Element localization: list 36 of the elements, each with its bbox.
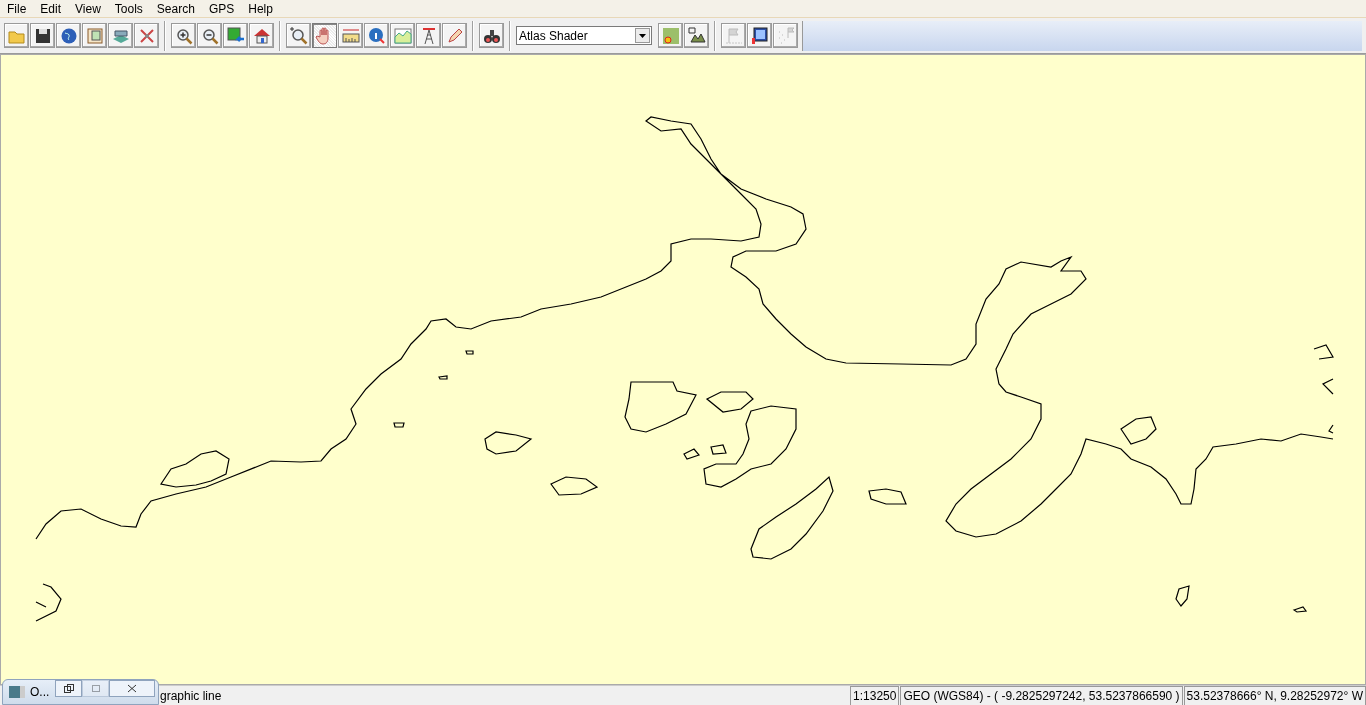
window-title: O... [30,684,50,701]
info-icon [366,25,387,46]
menu-item[interactable]: View [68,0,108,18]
toolbar-button[interactable] [56,23,81,48]
restore-button[interactable] [55,680,83,697]
toolbar-button[interactable] [747,23,772,48]
menu-item[interactable]: File [0,0,34,18]
maximize-icon [90,684,101,693]
menu-item[interactable]: GPS [201,0,242,18]
scale-readout: 1:13250 [850,685,900,705]
3d-terrain-icon [686,25,707,46]
toolbar-button[interactable] [30,23,55,48]
restore-icon [63,684,74,693]
monitor-icon [749,25,770,46]
menu-item[interactable]: Tools [107,0,150,18]
toolbar-button[interactable] [197,23,222,48]
elevation-profile-icon [392,25,413,46]
terrain-sun-icon [660,25,681,46]
minimized-window[interactable]: O... [2,679,159,705]
close-icon [127,684,138,693]
projection-coordinates: GEO (WGS84) - ( -9.2825297242, 53.5237866590 ) [900,685,1183,705]
toolbar-button[interactable] [479,23,504,48]
toolbar-button[interactable] [286,23,311,48]
menu-item[interactable]: Help [241,0,280,18]
latlon-coordinates: 53.52378666° N, 9.28252972° W [1183,685,1366,705]
toolbar-button[interactable] [684,23,709,48]
status-message: graphic line [160,687,223,705]
shader-dropdown[interactable]: Atlas Shader [516,26,652,45]
menu-item[interactable]: Edit [33,0,69,18]
toolbar-button[interactable] [171,23,196,48]
zoom-box-icon [288,25,309,46]
map-document-icon [84,25,105,46]
flag-icon [723,25,744,46]
window-icon [9,686,25,698]
toolbar-button[interactable] [249,23,274,48]
menu-item[interactable]: Search [149,0,202,18]
